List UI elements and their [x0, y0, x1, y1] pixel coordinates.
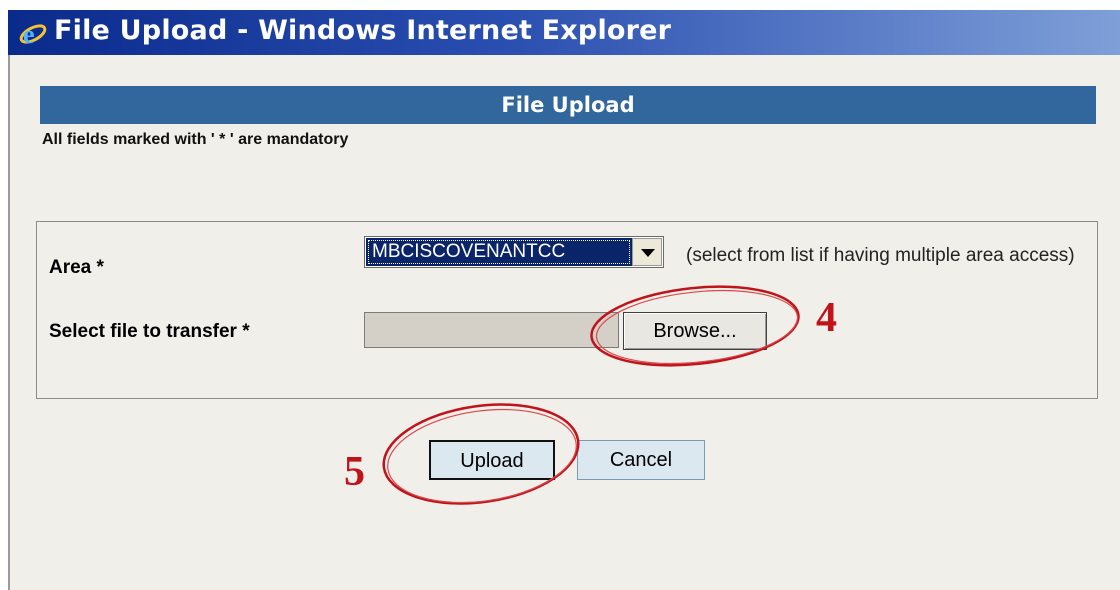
ie-logo-icon: e: [19, 20, 47, 48]
area-select-value[interactable]: MBCISCOVENANTCC: [366, 238, 632, 266]
annotation-step-5: 5: [344, 449, 365, 495]
area-label: Area *: [49, 257, 104, 278]
page-content: File Upload All fields marked with ' * '…: [8, 55, 1120, 590]
upload-form: Area * (select from list if having multi…: [36, 221, 1098, 399]
area-dropdown-button[interactable]: [632, 238, 662, 266]
svg-text:e: e: [23, 20, 35, 48]
annotation-step-4: 4: [816, 295, 837, 341]
area-select[interactable]: MBCISCOVENANTCC: [364, 236, 664, 268]
browser-window: e File Upload - Windows Internet Explore…: [0, 0, 1120, 590]
page-header-bar: File Upload: [40, 86, 1096, 124]
upload-button[interactable]: Upload: [429, 440, 555, 480]
file-path-input[interactable]: [364, 312, 619, 348]
browse-button[interactable]: Browse...: [623, 312, 767, 350]
page-title: File Upload: [501, 93, 635, 117]
chevron-down-icon: [641, 249, 655, 257]
file-label: Select file to transfer *: [49, 321, 250, 342]
cancel-button[interactable]: Cancel: [577, 440, 705, 480]
window-titlebar[interactable]: e File Upload - Windows Internet Explore…: [8, 10, 1120, 55]
mandatory-note: All fields marked with ' * ' are mandato…: [42, 131, 349, 148]
window-title: File Upload - Windows Internet Explorer: [54, 15, 672, 46]
